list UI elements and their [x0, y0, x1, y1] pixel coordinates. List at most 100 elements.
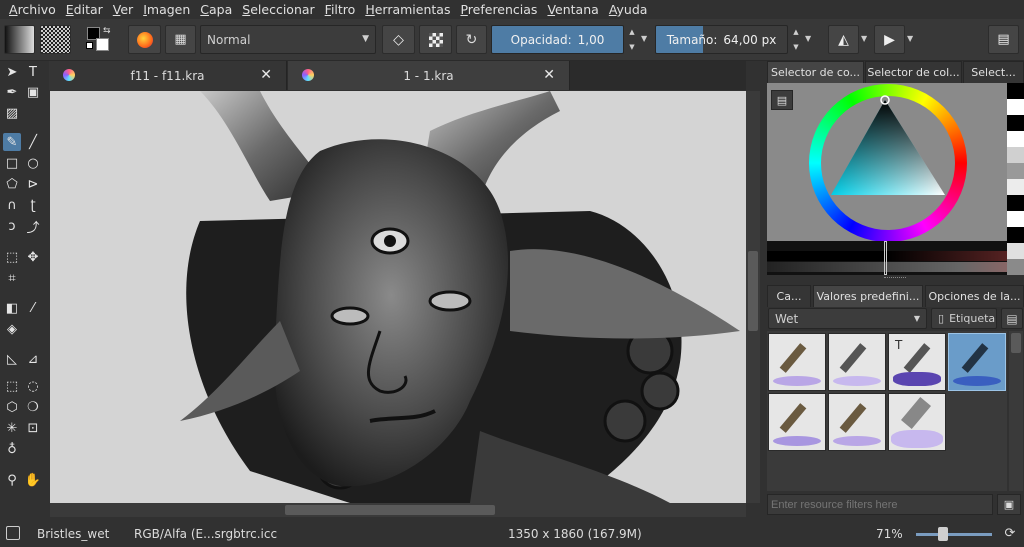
menu-filtro[interactable]: Filtro — [320, 2, 361, 17]
zoom-slider[interactable] — [916, 533, 992, 536]
color-swatches[interactable] — [1007, 83, 1024, 275]
similar-selection-tool-icon[interactable]: ⊡ — [24, 419, 42, 437]
size-slider[interactable]: Tamaño: 64,00 px — [655, 25, 788, 54]
preset-wet-6[interactable] — [828, 393, 886, 451]
preset-wet-2[interactable] — [828, 333, 886, 391]
foreground-background-color[interactable]: ⇆ — [86, 26, 114, 54]
dynamic-brush-tool-icon[interactable]: ↄ — [3, 217, 21, 235]
preset-scrollbar[interactable] — [1009, 331, 1023, 491]
menu-seleccionar[interactable]: Seleccionar — [237, 2, 319, 17]
assistant-tool-icon[interactable]: ◺ — [3, 350, 21, 368]
workspace-chooser-button[interactable]: ▤ — [988, 25, 1019, 54]
text-tool-icon[interactable]: T — [24, 63, 42, 81]
reload-preset-button[interactable]: ↻ — [456, 25, 487, 54]
ellipse-tool-icon[interactable]: ○ — [24, 154, 42, 172]
calligraphy-tool-icon[interactable]: ▣ — [24, 83, 42, 101]
elliptical-selection-tool-icon[interactable]: ◌ — [24, 377, 42, 395]
multibrush-tool-icon[interactable]: ⤴ — [24, 217, 42, 236]
saturation-value-triangle[interactable] — [827, 95, 949, 199]
preset-wet-1[interactable] — [768, 333, 826, 391]
polygonal-selection-tool-icon[interactable]: ⬡ — [3, 398, 21, 416]
freehand-selection-tool-icon[interactable]: ❍ — [24, 398, 42, 416]
bezier-selection-tool-icon[interactable]: ♁ — [3, 440, 21, 458]
vertical-scroll-thumb[interactable] — [748, 251, 758, 331]
opacity-spinner[interactable]: ▲ ▼ — [626, 25, 638, 54]
opacity-slider[interactable]: Opacidad: 1,00 — [491, 25, 624, 54]
pan-tool-icon[interactable]: ✋ — [24, 471, 42, 489]
tag-options-button[interactable]: ▯ Etiqueta — [931, 308, 997, 329]
color-picker-tool-icon[interactable]: ⁄ — [24, 299, 42, 317]
edit-brush-settings-button[interactable] — [128, 25, 161, 54]
eraser-mode-button[interactable]: ◇ — [382, 25, 415, 54]
crop-tool-icon[interactable]: ⌗ — [3, 269, 21, 287]
edit-shapes-tool-icon[interactable]: ✒ — [3, 83, 21, 101]
zoom-slider-handle[interactable] — [938, 527, 948, 541]
menu-ventana[interactable]: Ventana — [542, 2, 603, 17]
polyline-tool-icon[interactable]: ⊳ — [24, 175, 42, 193]
rotate-canvas-icon[interactable]: ⟳ — [1001, 524, 1019, 542]
menu-ayuda[interactable]: Ayuda — [604, 2, 653, 17]
pattern-selector-button[interactable] — [40, 25, 71, 54]
move-tool-icon[interactable]: ✥ — [24, 248, 42, 266]
mirror-vertical-menu-icon[interactable]: ▼ — [907, 34, 913, 43]
tab-1[interactable]: 1 - 1.kra ✕ — [288, 61, 570, 90]
gradient-edit-tool-icon[interactable]: ▨ — [3, 104, 21, 122]
color-history-strip[interactable] — [767, 241, 1007, 275]
swap-colors-icon[interactable]: ⇆ — [103, 26, 111, 36]
tab-f11[interactable]: f11 - f11.kra ✕ — [49, 61, 287, 90]
close-icon[interactable]: ✕ — [260, 67, 272, 83]
tab-layers[interactable]: Ca... — [767, 285, 811, 307]
preserve-alpha-button[interactable] — [419, 25, 452, 54]
save-preset-button[interactable]: ▣ — [997, 494, 1021, 515]
blend-mode-select[interactable]: Normal ▼ — [200, 25, 376, 54]
mirror-vertical-button[interactable]: ▶ — [874, 25, 905, 54]
tab-selector-other[interactable]: Select... — [963, 61, 1024, 83]
rectangular-selection-tool-icon[interactable]: ⬚ — [3, 377, 21, 395]
reset-colors-icon[interactable] — [86, 42, 93, 49]
splitter-handle[interactable] — [884, 277, 906, 280]
preset-scroll-thumb[interactable] — [1011, 333, 1021, 353]
menu-archivo[interactable]: Archivo — [4, 2, 61, 17]
menu-editar[interactable]: Editar — [61, 2, 108, 17]
canvas[interactable] — [50, 91, 746, 503]
vertical-scrollbar[interactable] — [746, 91, 760, 503]
zoom-tool-icon[interactable]: ⚲ — [3, 471, 21, 489]
mirror-horizontal-button[interactable]: ◭ — [828, 25, 859, 54]
menu-herramientas[interactable]: Herramientas — [360, 2, 455, 17]
opacity-menu-icon[interactable]: ▼ — [641, 34, 647, 43]
freehand-brush-tool-icon[interactable]: ✎ — [3, 133, 21, 151]
menu-preferencias[interactable]: Preferencias — [455, 2, 542, 17]
measure-tool-icon[interactable]: ⊿ — [24, 350, 42, 368]
tab-color-selector[interactable]: Selector de col... — [865, 61, 962, 83]
tag-select[interactable]: Wet ▼ — [768, 308, 927, 329]
preset-wet-7[interactable] — [888, 393, 946, 451]
preset-view-menu-button[interactable]: ▤ — [1001, 308, 1023, 329]
line-tool-icon[interactable]: ╱ — [24, 133, 42, 151]
transform-tool-icon[interactable]: ⬚ — [3, 248, 21, 266]
mirror-horizontal-menu-icon[interactable]: ▼ — [861, 34, 867, 43]
tab-advanced-color-selector[interactable]: Selector de co... — [767, 61, 864, 83]
gradient-tool-icon[interactable]: ◧ — [3, 299, 21, 317]
horizontal-scroll-thumb[interactable] — [285, 505, 495, 515]
fill-tool-icon[interactable]: ◈ — [3, 320, 21, 338]
preset-wet-4-selected[interactable] — [948, 333, 1006, 391]
rectangle-tool-icon[interactable]: □ — [3, 154, 21, 172]
menu-ver[interactable]: Ver — [108, 2, 138, 17]
menu-capa[interactable]: Capa — [195, 2, 237, 17]
preset-wet-3[interactable]: T — [888, 333, 946, 391]
close-icon[interactable]: ✕ — [543, 67, 555, 83]
preset-wet-5[interactable] — [768, 393, 826, 451]
bezier-tool-icon[interactable]: ∩ — [3, 196, 21, 214]
tab-tool-options[interactable]: Opciones de la... — [925, 285, 1024, 307]
gradient-selector-button[interactable] — [4, 25, 35, 54]
contiguous-selection-tool-icon[interactable]: ✳ — [3, 419, 21, 437]
tab-brush-presets[interactable]: Valores predefini... — [813, 285, 923, 307]
resource-filter-input[interactable] — [767, 494, 993, 515]
select-shapes-tool-icon[interactable]: ➤ — [3, 63, 21, 81]
brush-preset-icon[interactable] — [6, 526, 20, 540]
freehand-path-tool-icon[interactable]: ʈ — [24, 196, 42, 214]
color-selector-settings-icon[interactable]: ▤ — [771, 90, 793, 110]
size-spinner[interactable]: ▲ ▼ — [790, 25, 802, 54]
menu-imagen[interactable]: Imagen — [138, 2, 195, 17]
polygon-tool-icon[interactable]: ⬠ — [3, 175, 21, 193]
